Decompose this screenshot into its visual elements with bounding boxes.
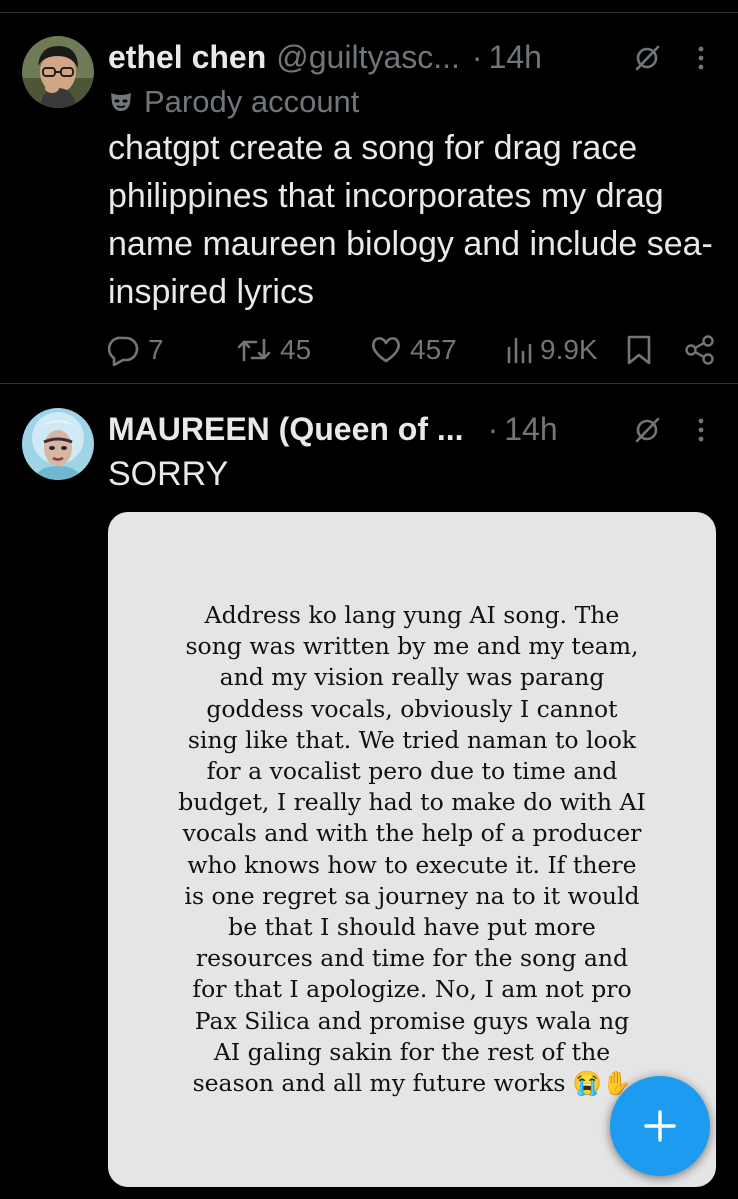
bookmark-button[interactable] (626, 330, 652, 370)
comment-bubble-icon (108, 336, 139, 366)
share-button[interactable] (684, 330, 716, 370)
views-button[interactable]: 9.9K (506, 330, 598, 370)
action-bar: 7 45 457 9.9K (108, 330, 720, 370)
tweet-text: SORRY (108, 455, 229, 493)
user-handle[interactable]: @guiltyasc... (276, 39, 460, 76)
like-button[interactable]: 457 (370, 330, 457, 370)
parody-badge-text: Parody account (144, 84, 360, 119)
like-count: 457 (410, 334, 457, 365)
display-name[interactable]: ethel chen (108, 39, 266, 76)
parody-label: Parody account (108, 84, 359, 120)
tweet-header: MAUREEN (Queen of ... · 14h (108, 406, 718, 452)
reply-button[interactable]: 7 (108, 330, 164, 370)
separator-dot: · (487, 410, 499, 447)
avatar[interactable] (22, 36, 94, 108)
compose-button[interactable] (610, 1076, 710, 1176)
separator-dot: · (471, 38, 483, 75)
reply-count: 7 (148, 334, 164, 365)
tweet-text: chatgpt create a song for drag race phil… (108, 129, 713, 311)
grok-slash-icon[interactable] (632, 415, 662, 445)
repost-count: 45 (280, 334, 312, 365)
mask-icon (111, 93, 131, 111)
heart-icon (372, 337, 400, 363)
share-icon (685, 335, 714, 365)
tweet-header: ethel chen @guiltyasc... · 14h (108, 34, 718, 80)
tweet-1[interactable]: ethel chen @guiltyasc... · 14h Parody ac… (0, 0, 738, 383)
timestamp[interactable]: 14h (504, 411, 557, 448)
avatar[interactable] (22, 408, 94, 480)
repost-arrows-icon (237, 338, 271, 362)
display-name[interactable]: MAUREEN (Queen of ... (108, 411, 464, 448)
vertical-dots-icon[interactable] (696, 415, 706, 445)
vertical-dots-icon[interactable] (696, 43, 706, 73)
grok-slash-icon[interactable] (632, 43, 662, 73)
bookmark-icon (627, 335, 651, 365)
repost-button[interactable]: 45 (236, 330, 311, 370)
bar-chart-icon (507, 337, 532, 364)
attached-image[interactable]: Address ko lang yung AI song. The song w… (108, 512, 716, 1187)
image-caption-text: Address ko lang yung AI song. The song w… (178, 601, 646, 1098)
plus-icon (644, 1110, 676, 1142)
view-count: 9.9K (540, 334, 598, 365)
timestamp[interactable]: 14h (489, 39, 542, 76)
